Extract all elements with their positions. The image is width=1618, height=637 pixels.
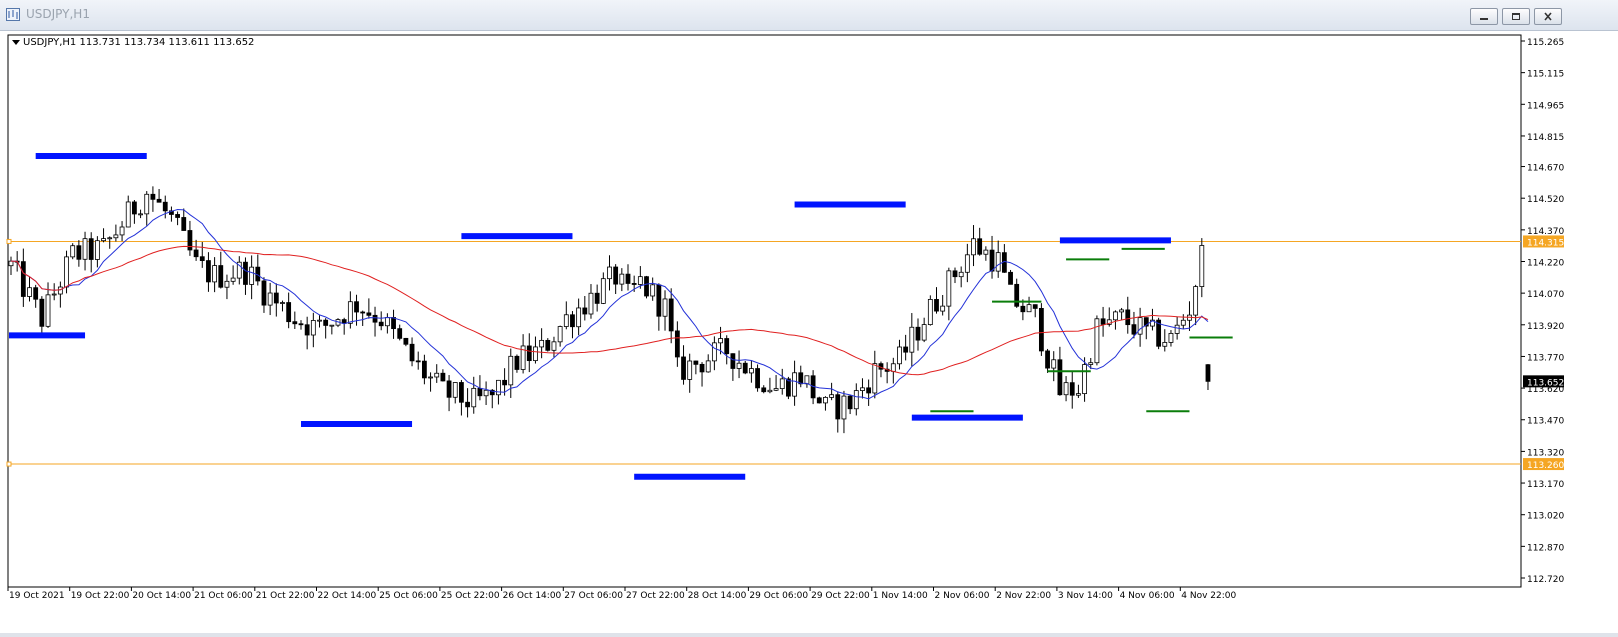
y-tick-label: 115.115 — [1527, 70, 1564, 80]
y-tick-label: 113.320 — [1527, 448, 1564, 458]
title-bar: USDJPY,H1 — [0, 0, 1618, 31]
minimize-icon — [1480, 18, 1488, 20]
x-tick-label: 21 Oct 22:00 — [256, 591, 315, 601]
x-tick-label: 22 Oct 14:00 — [318, 591, 377, 601]
x-tick-label: 25 Oct 22:00 — [441, 591, 500, 601]
x-tick-label: 27 Oct 22:00 — [626, 591, 685, 601]
y-tick-label: 113.170 — [1527, 480, 1564, 490]
x-tick-label: 28 Oct 14:00 — [688, 591, 747, 601]
price-chart[interactable]: 115.265 115.115 114.965 114.815 114.670 114.5… — [0, 31, 1618, 633]
x-tick-label: 29 Oct 22:00 — [811, 591, 870, 601]
minimize-button[interactable] — [1470, 8, 1498, 25]
window-title: USDJPY,H1 — [26, 7, 90, 21]
symbol-ohlc-label: USDJPY,H1 113.731 113.734 113.611 113.65… — [23, 37, 254, 48]
candle — [545, 338, 551, 352]
close-icon — [1544, 12, 1552, 21]
y-tick-label: 114.220 — [1527, 258, 1564, 268]
x-tick-label: 21 Oct 06:00 — [194, 591, 253, 601]
chart-window: USDJPY,H1 115.265 115.115 114.965 114.815 11… — [0, 0, 1618, 633]
x-tick-label: 4 Nov 22:00 — [1181, 591, 1236, 601]
chart-area[interactable]: 115.265 115.115 114.965 114.815 114.670 114.5… — [0, 31, 1618, 633]
candle — [816, 396, 822, 404]
current-price-label: 113.652 — [1527, 378, 1564, 388]
plot-frame — [7, 34, 1522, 588]
y-tick-label: 112.870 — [1527, 543, 1564, 553]
y-tick-label: 112.720 — [1527, 575, 1564, 585]
x-tick-label: 2 Nov 22:00 — [996, 591, 1051, 601]
y-tick-label: 115.265 — [1527, 38, 1564, 48]
candle — [1008, 269, 1013, 285]
restore-button[interactable] — [1502, 8, 1530, 25]
x-tick-label: 19 Oct 22:00 — [71, 591, 130, 601]
y-tick-label: 114.965 — [1527, 101, 1564, 111]
x-tick-label: 3 Nov 14:00 — [1058, 591, 1113, 601]
y-tick-label: 113.770 — [1527, 353, 1564, 363]
x-tick-label: 2 Nov 06:00 — [935, 591, 990, 601]
level-handle[interactable] — [6, 238, 12, 244]
close-button[interactable] — [1534, 8, 1562, 25]
y-tick-label: 114.520 — [1527, 195, 1564, 205]
y-tick-label: 114.370 — [1527, 227, 1564, 237]
y-tick-label: 113.920 — [1527, 322, 1564, 332]
x-tick-label: 19 Oct 2021 — [9, 591, 65, 601]
candle — [742, 360, 748, 375]
y-tick-label: 114.815 — [1527, 133, 1564, 143]
level-handle[interactable] — [6, 461, 12, 467]
x-tick-label: 1 Nov 14:00 — [873, 591, 928, 601]
candle — [70, 243, 76, 260]
x-tick-label: 29 Oct 06:00 — [749, 591, 808, 601]
chart-window-icon — [6, 8, 20, 21]
x-tick-label: 27 Oct 06:00 — [564, 591, 623, 601]
level-price-label: 114.315 — [1527, 238, 1564, 248]
y-tick-label: 113.470 — [1527, 417, 1564, 427]
candle — [1038, 303, 1044, 356]
x-tick-label: 26 Oct 14:00 — [503, 591, 562, 601]
level-price-label: 113.260 — [1527, 461, 1564, 471]
y-tick-label: 114.070 — [1527, 290, 1564, 300]
candle — [927, 295, 933, 326]
x-tick-label: 20 Oct 14:00 — [132, 591, 191, 601]
candle — [1094, 315, 1100, 366]
restore-icon — [1512, 13, 1520, 20]
y-tick-label: 113.020 — [1527, 512, 1564, 522]
candle — [644, 275, 649, 299]
x-tick-label: 25 Oct 06:00 — [379, 591, 438, 601]
candle — [755, 364, 760, 392]
y-tick-label: 114.670 — [1527, 164, 1564, 174]
x-tick-label: 4 Nov 06:00 — [1120, 591, 1175, 601]
